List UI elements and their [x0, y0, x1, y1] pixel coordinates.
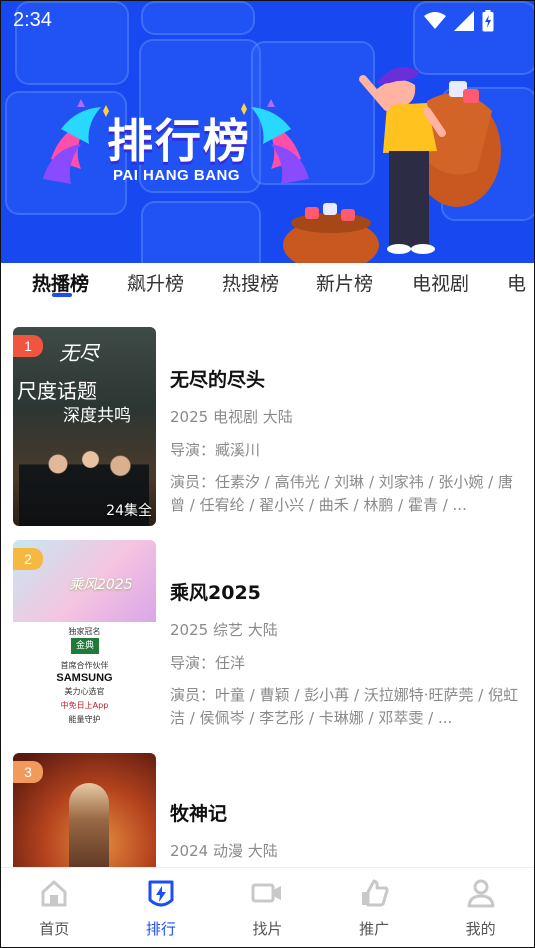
nav-promote[interactable]: 推广: [321, 868, 428, 947]
banner-title: 排行榜: [107, 114, 251, 168]
nav-ranking[interactable]: 排行: [108, 868, 215, 947]
wifi-icon: [424, 12, 446, 29]
nav-label: 首页: [39, 920, 70, 938]
item-info: 牧神记 2024 动漫 大陆: [170, 799, 525, 861]
ranking-banner: 2:34 排行榜 PAI HANG BANG: [1, 1, 534, 263]
item-meta: 2024 动漫 大陆: [170, 842, 278, 860]
rank-badge: 3: [13, 761, 43, 783]
episode-count: 24集全: [106, 503, 152, 519]
banner-subtitle: PAI HANG BANG: [113, 167, 241, 184]
item-meta: 2025 电视剧 大陆: [170, 408, 293, 426]
app-frame: 2:34 排行榜 PAI HANG BANG 热播榜 飙升榜 热搜榜 新片榜 电…: [0, 0, 535, 948]
tab-active-indicator: [52, 293, 72, 297]
item-director: 导演：任洋: [170, 654, 246, 672]
status-icons: [424, 10, 494, 32]
poster-calligraphy: 无尽: [59, 341, 99, 365]
tab-new-releases[interactable]: 新片榜: [316, 269, 373, 296]
tab-hot-play[interactable]: 热播榜: [32, 269, 89, 296]
character-illustration: [283, 67, 501, 263]
list-item[interactable]: 乘风2025 独家冠名 金典 首席合作伙伴 SAMSUNG 美力心选官 中免日上…: [1, 524, 534, 739]
item-info: 无尽的尽头 2025 电视剧 大陆 导演：臧溪川 演员：任素汐 / 高伟光 / …: [170, 365, 525, 517]
video-camera-icon: [251, 883, 282, 903]
nav-label: 我的: [465, 920, 496, 938]
thumbs-up-icon: [362, 879, 389, 907]
tab-tv-series[interactable]: 电视剧: [412, 269, 469, 296]
nav-label: 找片: [252, 920, 283, 938]
tab-rising[interactable]: 飙升榜: [127, 269, 184, 296]
poster-sponsor-logo: 金典: [71, 638, 99, 654]
rank-badge: 1: [13, 335, 43, 357]
ranking-icon: [148, 880, 174, 907]
item-actors: 演员：任素汐 / 高伟光 / 刘琳 / 刘家祎 / 张小婉 / 唐曾 / 任宥纶…: [170, 473, 513, 514]
nav-profile[interactable]: 我的: [427, 868, 534, 947]
poster-image[interactable]: 3: [13, 753, 156, 867]
poster-title: 乘风2025: [69, 577, 133, 593]
poster-sponsor: 首席合作伙伴: [60, 661, 109, 670]
tab-partial[interactable]: 电: [507, 269, 526, 296]
poster-sponsor: 独家冠名: [68, 627, 101, 636]
item-director: 导演：臧溪川: [170, 441, 261, 459]
nav-label: 排行: [145, 920, 176, 938]
signal-icon: [454, 11, 474, 31]
poster-sponsor: 中免日上App: [60, 701, 109, 710]
item-info: 乘风2025 2025 综艺 大陆 导演：任洋 演员：叶童 / 曹颖 / 彭小苒…: [170, 578, 525, 730]
ranking-list: 无尽 尺度话题 深度共鸣 1 24集全 无尽的尽头 2025 电视剧 大陆 导演…: [1, 311, 534, 867]
item-meta: 2025 综艺 大陆: [170, 621, 278, 639]
rank-badge: 2: [13, 548, 43, 570]
banner-bg-card: [141, 201, 261, 263]
item-title[interactable]: 牧神记: [170, 799, 525, 826]
poster-character: [69, 783, 109, 867]
ranking-tabs: 热播榜 飙升榜 热搜榜 新片榜 电视剧 电: [1, 263, 534, 309]
nav-label: 推广: [359, 920, 390, 938]
status-time: 2:34: [13, 9, 52, 31]
list-item[interactable]: 无尽 尺度话题 深度共鸣 1 24集全 无尽的尽头 2025 电视剧 大陆 导演…: [1, 311, 534, 526]
nav-home[interactable]: 首页: [1, 868, 108, 947]
poster-sponsor: SAMSUNG: [56, 672, 113, 684]
item-title[interactable]: 无尽的尽头: [170, 365, 525, 392]
user-icon: [467, 879, 495, 908]
banner-title-art: 排行榜 PAI HANG BANG: [41, 89, 311, 189]
status-bar: 2:34: [1, 1, 534, 41]
item-actors: 演员：叶童 / 曹颖 / 彭小苒 / 沃拉娜特·旺萨莞 / 倪虹洁 / 侯佩岑 …: [170, 686, 519, 727]
poster-image[interactable]: 无尽 尺度话题 深度共鸣 1 24集全: [13, 327, 156, 526]
list-item[interactable]: 3 牧神记 2024 动漫 大陆: [1, 737, 534, 867]
poster-tagline: 深度共鸣: [63, 406, 131, 426]
home-icon: [41, 880, 67, 907]
poster-sponsor: 美力心选官: [64, 687, 105, 696]
bottom-navigation: 首页 排行 找片 推广 我的: [1, 867, 534, 947]
poster-sponsor: 能量守护: [68, 715, 101, 724]
item-title[interactable]: 乘风2025: [170, 578, 525, 605]
nav-find[interactable]: 找片: [214, 868, 321, 947]
poster-image[interactable]: 乘风2025 独家冠名 金典 首席合作伙伴 SAMSUNG 美力心选官 中免日上…: [13, 540, 156, 739]
poster-tagline: 尺度话题: [17, 379, 97, 403]
tab-hot-search[interactable]: 热搜榜: [222, 269, 279, 296]
battery-icon: [482, 10, 494, 32]
